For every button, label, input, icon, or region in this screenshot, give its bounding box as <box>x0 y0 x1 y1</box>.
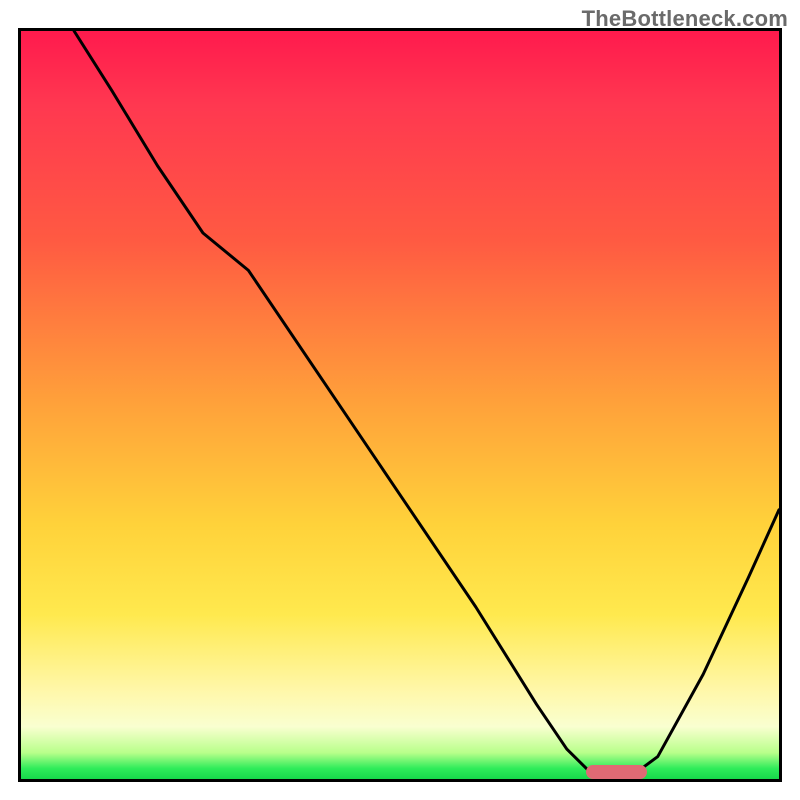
bottleneck-curve <box>74 31 779 779</box>
chart-stage: TheBottleneck.com <box>0 0 800 800</box>
curve-layer <box>21 31 779 779</box>
plot-area <box>18 28 782 782</box>
minimum-marker <box>586 765 647 779</box>
